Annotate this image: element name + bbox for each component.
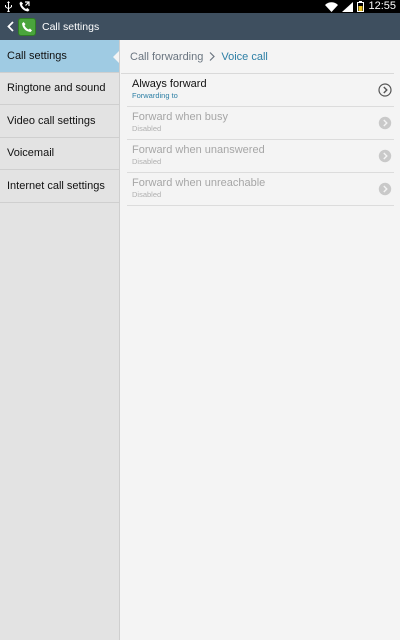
sidebar-item-voicemail[interactable]: Voicemail: [0, 138, 119, 170]
sidebar-item-label: Ringtone and sound: [7, 82, 106, 95]
sidebar-item-label: Voicemail: [7, 147, 55, 160]
sidebar-item-label: Call settings: [7, 49, 67, 62]
setting-always-forward[interactable]: Always forward Forwarding to: [127, 74, 394, 107]
main-panel: Call forwarding Voice call Always forwar…: [121, 40, 400, 640]
breadcrumb-parent[interactable]: Call forwarding: [130, 51, 203, 63]
sidebar-item-ringtone-and-sound[interactable]: Ringtone and sound: [0, 73, 119, 105]
phone-icon[interactable]: [18, 17, 36, 36]
status-bar-right: 12:55: [325, 0, 396, 13]
setting-forward-when-unanswered[interactable]: Forward when unanswered Disabled: [127, 140, 394, 173]
breadcrumb-current: Voice call: [221, 50, 268, 63]
sidebar-item-call-settings[interactable]: Call settings: [0, 40, 119, 73]
sidebar-item-video-call-settings[interactable]: Video call settings: [0, 105, 119, 138]
status-bar-clock: 12:55: [368, 0, 396, 12]
status-bar-left: [4, 0, 30, 13]
chevron-right-icon: [209, 50, 216, 64]
sidebar: Call settings Ringtone and sound Video c…: [0, 40, 120, 640]
setting-subtitle: Disabled: [132, 157, 162, 166]
setting-title: Forward when unanswered: [132, 144, 265, 156]
status-bar: 12:55: [0, 0, 400, 13]
sidebar-item-label: Video call settings: [7, 114, 96, 127]
setting-subtitle: Disabled: [132, 124, 162, 133]
setting-title: Always forward: [132, 78, 207, 90]
setting-title: Forward when busy: [132, 111, 228, 123]
setting-subtitle: Forwarding to: [132, 91, 178, 100]
chevron-circle-right-icon: [378, 116, 392, 130]
chevron-circle-right-icon: [378, 83, 392, 97]
page-title: Call settings: [42, 20, 100, 33]
chevron-circle-right-icon: [378, 149, 392, 163]
sidebar-item-internet-call-settings[interactable]: Internet call settings: [0, 170, 119, 203]
action-bar: Call settings: [0, 13, 400, 40]
breadcrumb: Call forwarding Voice call: [121, 40, 394, 74]
setting-forward-when-unreachable[interactable]: Forward when unreachable Disabled: [127, 173, 394, 206]
sidebar-item-label: Internet call settings: [7, 179, 105, 192]
chevron-left-icon[interactable]: [3, 13, 17, 40]
setting-subtitle: Disabled: [132, 190, 162, 199]
setting-title: Forward when unreachable: [132, 177, 266, 189]
chevron-circle-right-icon: [378, 182, 392, 196]
setting-forward-when-busy[interactable]: Forward when busy Disabled: [127, 107, 394, 140]
